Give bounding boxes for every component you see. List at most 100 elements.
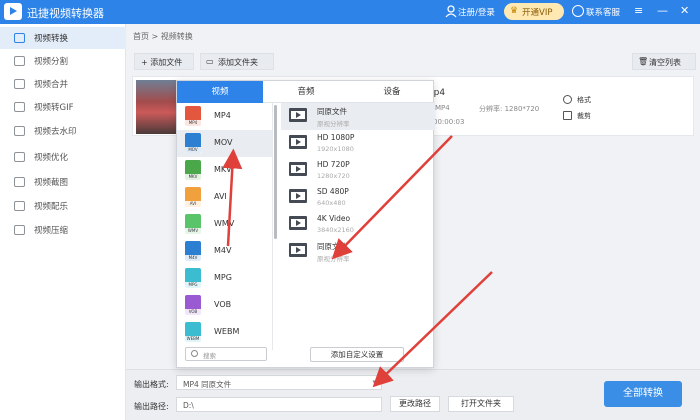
format-item-mpg[interactable]: MPG MPG [177, 265, 272, 292]
output-format-select[interactable]: MP4 同原文件 ▾ [176, 375, 382, 390]
format-item-mkv[interactable]: MKV MKV [177, 157, 272, 184]
mpg-file-icon: MPG [185, 268, 201, 288]
gif-icon [14, 102, 25, 112]
output-format-value: MP4 同原文件 [183, 380, 232, 389]
sidebar-item-label: 视频合并 [34, 80, 69, 90]
crown-icon: ♛ [510, 6, 519, 16]
format-name: AVI [214, 192, 227, 201]
add-folder-button[interactable]: ▭ 添加文件夹 [200, 53, 274, 70]
app-logo-icon [4, 3, 22, 20]
resolution-item-4k[interactable]: 4K Video 3840x2160 [281, 211, 435, 238]
format-item-mov[interactable]: MOV MOV [177, 130, 272, 157]
resolution-title: HD 720P [317, 160, 350, 169]
vob-file-icon: VOB [185, 295, 201, 315]
breadcrumb: 首页 > 视频转换 [133, 32, 193, 41]
tab-video[interactable]: 视频 [177, 81, 263, 103]
service-icon[interactable] [572, 5, 584, 17]
vip-label: 开通VIP [522, 8, 553, 18]
film-icon [289, 189, 307, 203]
format-item-wmv[interactable]: WMV WMV [177, 211, 272, 238]
mov-file-icon: MOV [185, 133, 201, 153]
clip-label[interactable]: 裁剪 [577, 111, 591, 121]
title-bar: 迅捷视频转换器 注册/登录 ♛ 开通VIP 联系客服 ≡ — ✕ [0, 0, 700, 24]
wmv-file-icon: WMV [185, 214, 201, 234]
mkv-file-icon: MKV [185, 160, 201, 180]
resolution-list: 同原文件 原视分辨率 HD 1080P 1920x1080 HD 720P 12… [281, 103, 435, 350]
sidebar-item-music[interactable]: 视频配乐 [0, 195, 126, 217]
format-item-m4v[interactable]: M4V M4V [177, 238, 272, 265]
sidebar-item-video-merge[interactable]: 视频合并 [0, 73, 126, 95]
resolution-item-original-2[interactable]: 同原文件 原视分辨率 [281, 238, 435, 265]
resolution-title: 同原文件 [317, 242, 347, 251]
webm-file-icon: WEBM [185, 322, 201, 342]
format-item-mp4[interactable]: MP4 MP4 [177, 103, 272, 130]
film-icon [289, 162, 307, 176]
resolution-item-480p[interactable]: SD 480P 640x480 [281, 184, 435, 211]
watermark-icon [14, 126, 25, 136]
bottom-bar: 输出格式: MP4 同原文件 ▾ 输出路径: D:\ 更改路径 打开文件夹 全部… [126, 369, 700, 420]
sidebar-item-label: 视频分割 [34, 57, 69, 67]
change-path-button[interactable]: 更改路径 [390, 396, 440, 412]
login-link[interactable]: 注册/登录 [458, 6, 495, 18]
sidebar-item-label: 视频去水印 [34, 127, 77, 137]
sidebar: 视频转换 视频分割 视频合并 视频转GIF 视频去水印 视频优化 视频截图 视频… [0, 24, 126, 420]
sidebar-item-watermark[interactable]: 视频去水印 [0, 120, 126, 142]
clear-list-button[interactable]: 🗑 清空列表 [632, 53, 696, 70]
convert-all-button[interactable]: 全部转换 [604, 381, 682, 407]
scissors-icon[interactable] [563, 111, 572, 120]
resolution-item-1080p[interactable]: HD 1080P 1920x1080 [281, 130, 435, 157]
resolution-title: HD 1080P [317, 133, 355, 142]
folder-icon: ▭ [206, 57, 214, 66]
sidebar-item-video-split[interactable]: 视频分割 [0, 50, 126, 72]
search-placeholder: 搜索 [203, 351, 216, 360]
film-icon [289, 135, 307, 149]
open-folder-button[interactable]: 打开文件夹 [448, 396, 514, 412]
format-item-webm[interactable]: WEBM WEBM [177, 319, 272, 346]
resolution-sub: 1280x720 [317, 172, 350, 180]
tab-device[interactable]: 设备 [349, 81, 435, 103]
resolution-title: 同原文件 [317, 107, 347, 116]
sidebar-item-video-gif[interactable]: 视频转GIF [0, 96, 126, 118]
format-search-input[interactable]: 搜索 [185, 347, 267, 361]
add-file-button[interactable]: + 添加文件 [134, 53, 194, 70]
format-list: MP4 MP4 MOV MOV MKV MKV AVI AVI WMV WMV … [177, 103, 273, 350]
format-list-scrollbar[interactable] [274, 105, 277, 239]
format-name: WEBM [214, 327, 240, 336]
sidebar-item-compress[interactable]: 视频压缩 [0, 219, 126, 241]
format-name: M4V [214, 246, 232, 255]
format-name: WMV [214, 219, 235, 228]
output-path-value: D:\ [183, 401, 194, 410]
sidebar-item-label: 视频压缩 [34, 226, 69, 236]
format-setting-label[interactable]: 格式 [577, 95, 591, 105]
close-icon[interactable]: ✕ [680, 4, 689, 18]
format-item-vob[interactable]: VOB VOB [177, 292, 272, 319]
sidebar-item-optimize[interactable]: 视频优化 [0, 146, 126, 168]
video-convert-icon [14, 33, 25, 43]
minimize-icon[interactable]: — [657, 4, 668, 18]
file-duration: 00:00:03 [433, 118, 465, 126]
screenshot-icon [14, 177, 25, 187]
menu-icon[interactable]: ≡ [634, 4, 643, 18]
resolution-item-original[interactable]: 同原文件 原视分辨率 [281, 103, 435, 130]
resolution-title: 4K Video [317, 214, 351, 223]
format-name: MPG [214, 273, 232, 282]
compress-icon [14, 225, 25, 235]
app-title: 迅捷视频转换器 [27, 7, 104, 20]
gear-icon[interactable] [563, 95, 572, 104]
resolution-item-720p[interactable]: HD 720P 1280x720 [281, 157, 435, 184]
tab-audio[interactable]: 音频 [263, 81, 349, 103]
sidebar-item-screenshot[interactable]: 视频截图 [0, 171, 126, 193]
sidebar-item-video-convert[interactable]: 视频转换 [0, 27, 126, 49]
format-item-avi[interactable]: AVI AVI [177, 184, 272, 211]
video-split-icon [14, 56, 25, 66]
optimize-icon [14, 152, 25, 162]
file-resolution: 分辨率: 1280*720 [479, 105, 540, 113]
format-popup: 视频 音频 设备 MP4 MP4 MOV MOV MKV MKV AVI AVI… [176, 80, 435, 368]
vip-button[interactable]: ♛ 开通VIP [504, 3, 564, 20]
service-link[interactable]: 联系客服 [586, 6, 620, 18]
film-icon [289, 216, 307, 230]
output-path-field[interactable]: D:\ [176, 397, 382, 412]
resolution-title: SD 480P [317, 187, 349, 196]
add-custom-settings-button[interactable]: 添加自定义设置 [310, 347, 404, 362]
user-icon[interactable] [445, 5, 457, 18]
